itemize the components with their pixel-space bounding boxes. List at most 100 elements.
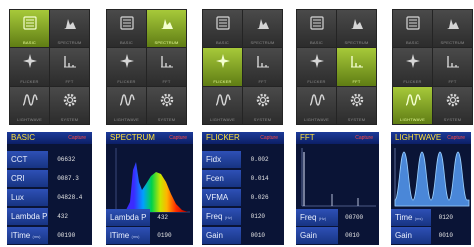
capture-button[interactable]: Capture xyxy=(355,132,373,144)
flicker-icon xyxy=(309,53,325,69)
capture-button[interactable]: Capture xyxy=(447,132,465,144)
menu-tile-basic[interactable]: BASIC xyxy=(10,10,49,48)
menu-tile-label: FLICKER xyxy=(307,78,326,84)
menu-tile-basic[interactable]: BASIC xyxy=(203,10,242,48)
menu-tile-lightwave[interactable]: LIGHTWAVE xyxy=(10,86,49,124)
row-label: Lambda P xyxy=(7,208,48,225)
menu-tile-spectrum[interactable]: SPECTRUM xyxy=(147,10,186,48)
lightwave-icon xyxy=(22,92,38,108)
capture-button[interactable]: Capture xyxy=(169,132,187,144)
spectrum-screen: SPECTRUM Capture Lambda P 432 lTime (ms)… xyxy=(106,132,193,245)
spectrum-icon xyxy=(159,15,175,31)
data-row-time: Time (ms) 0120 xyxy=(391,208,471,227)
menu-tile-basic[interactable]: BASIC xyxy=(297,10,336,48)
menu-tile-lightwave[interactable]: LIGHTWAVE xyxy=(203,86,242,124)
row-label: Time (ms) xyxy=(391,209,431,226)
screen-header: FFT Capture xyxy=(296,132,379,144)
menu-tile-lightwave[interactable]: LIGHTWAVE xyxy=(393,86,432,124)
menu-tile-spectrum[interactable]: SPECTRUM xyxy=(337,10,376,48)
data-row-freq: Freq (Hz) 0120 xyxy=(202,207,284,226)
screen-header: SPECTRUM Capture xyxy=(106,132,193,144)
lightwave-icon xyxy=(215,92,231,108)
row-value: 00700 xyxy=(345,214,364,221)
menu-tile-basic[interactable]: BASIC xyxy=(107,10,146,48)
fft-icon xyxy=(445,53,461,69)
menu-tile-lightwave[interactable]: LIGHTWAVE xyxy=(297,86,336,124)
row-value: 0010 xyxy=(250,232,266,239)
menu-tile-system[interactable]: SYSTEM xyxy=(337,86,376,124)
screen-header: BASIC Capture xyxy=(7,132,92,144)
menu-tile-flicker[interactable]: FLICKER xyxy=(203,48,242,86)
row-value: 0.002 xyxy=(250,156,269,163)
menu-tile-lightwave[interactable]: LIGHTWAVE xyxy=(107,86,146,124)
row-value: 04828.4 xyxy=(57,194,83,201)
menu-panel-lightwave: BASIC SPECTRUM FLICKER FFT LIGHTWAVE SYSTEM xyxy=(392,9,473,125)
data-row-freq: Freq (Hz) 00700 xyxy=(296,208,379,227)
row-label: lTime (ms) xyxy=(7,227,48,244)
basic-icon xyxy=(215,15,231,31)
menu-tile-spectrum[interactable]: SPECTRUM xyxy=(243,10,282,48)
spectrum-icon xyxy=(445,15,461,31)
menu-tile-system[interactable]: SYSTEM xyxy=(433,86,472,124)
row-value: 0087.3 xyxy=(57,175,79,182)
lightwave-icon xyxy=(405,92,421,108)
row-label: Gain xyxy=(296,227,338,244)
menu-tile-fft[interactable]: FFT xyxy=(50,48,89,86)
gear-icon xyxy=(349,92,365,108)
menu-tile-basic[interactable]: BASIC xyxy=(393,10,432,48)
menu-tile-label: LIGHTWAVE xyxy=(17,116,42,122)
row-value: 0010 xyxy=(345,232,360,239)
menu-tile-flicker[interactable]: FLICKER xyxy=(107,48,146,86)
menu-tile-label: LIGHTWAVE xyxy=(400,116,425,122)
menu-tile-system[interactable]: SYSTEM xyxy=(147,86,186,124)
row-label: CRI xyxy=(7,170,48,187)
menu-tile-spectrum[interactable]: SPECTRUM xyxy=(50,10,89,48)
capture-button[interactable]: Capture xyxy=(260,132,278,144)
screen-title: FLICKER xyxy=(206,133,240,142)
screen-title: BASIC xyxy=(11,133,36,142)
menu-tile-system[interactable]: SYSTEM xyxy=(50,86,89,124)
fft-icon xyxy=(349,53,365,69)
menu-panel-basic: BASIC SPECTRUM FLICKER FFT LIGHTWAVE SYSTEM xyxy=(9,9,90,125)
row-value: 432 xyxy=(57,213,68,220)
menu-tile-label: BASIC xyxy=(119,40,133,46)
lightwave-curve xyxy=(394,151,470,207)
screen-header: LIGHTWAVE Capture xyxy=(391,132,471,144)
row-label: Fcen xyxy=(202,170,242,187)
menu-tile-fft[interactable]: FFT xyxy=(433,48,472,86)
basic-screen: BASIC Capture CCT 06632 CRI 0087.3 Lux 0… xyxy=(7,132,92,245)
row-value: 0120 xyxy=(438,214,453,221)
row-value: 00190 xyxy=(57,232,76,239)
menu-tile-fft[interactable]: FFT xyxy=(337,48,376,86)
gear-icon xyxy=(62,92,78,108)
spectrum-icon xyxy=(349,15,365,31)
menu-tile-label: SYSTEM xyxy=(60,116,79,122)
menu-tile-label: BASIC xyxy=(22,40,36,46)
menu-tile-fft[interactable]: FFT xyxy=(147,48,186,86)
fft-icon xyxy=(255,53,271,69)
flicker-icon xyxy=(119,53,135,69)
menu-panel-flicker: BASIC SPECTRUM FLICKER FFT LIGHTWAVE SYSTEM xyxy=(202,9,283,125)
data-row-cct: CCT 06632 xyxy=(7,150,92,169)
menu-tile-flicker[interactable]: FLICKER xyxy=(297,48,336,86)
fft-icon xyxy=(62,53,78,69)
menu-tile-label: FFT xyxy=(352,78,361,84)
menu-tile-flicker[interactable]: FLICKER xyxy=(393,48,432,86)
menu-tile-fft[interactable]: FFT xyxy=(243,48,282,86)
row-label: Gain xyxy=(202,227,242,244)
data-row-fidx: Fidx 0.002 xyxy=(202,150,284,169)
basic-icon xyxy=(405,15,421,31)
capture-button[interactable]: Capture xyxy=(68,132,86,144)
menu-tile-label: FLICKER xyxy=(117,78,136,84)
data-row-itime: lTime (ms) 0190 xyxy=(106,226,193,245)
row-label: Fidx xyxy=(202,151,242,168)
lightwave-screen: LIGHTWAVE Capture Time (ms) 0120 Gain 00… xyxy=(391,132,471,245)
data-row-lambda-p: Lambda P 432 xyxy=(106,208,193,227)
lightwave-icon xyxy=(119,92,135,108)
menu-tile-spectrum[interactable]: SPECTRUM xyxy=(433,10,472,48)
menu-tile-label: FLICKER xyxy=(213,78,232,84)
flicker-screen: FLICKER Capture Fidx 0.002 Fcen 0.014 VF… xyxy=(202,132,284,245)
menu-tile-flicker[interactable]: FLICKER xyxy=(10,48,49,86)
menu-tile-system[interactable]: SYSTEM xyxy=(243,86,282,124)
menu-tile-label: FFT xyxy=(65,78,74,84)
